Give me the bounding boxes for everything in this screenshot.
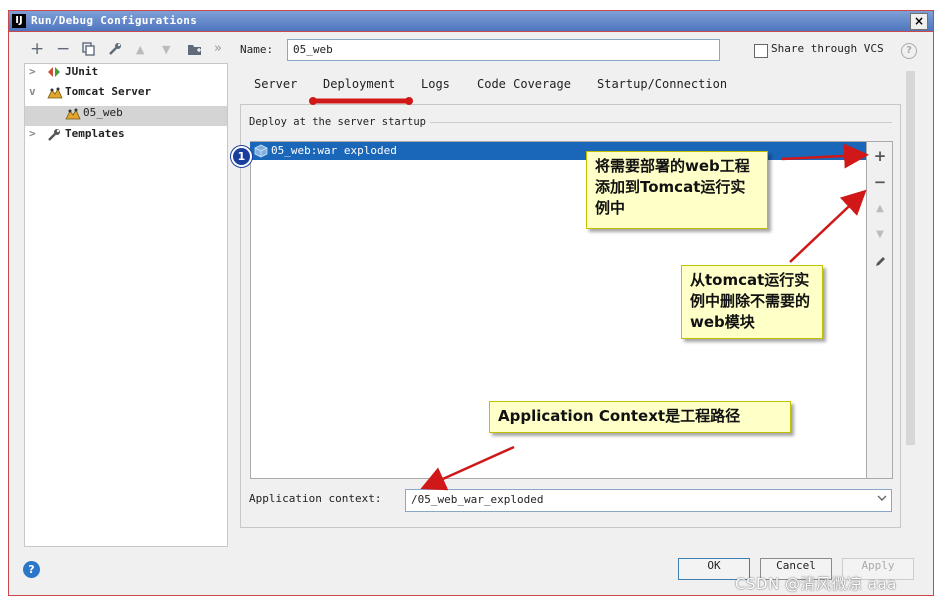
arrow-add-annotation	[781, 143, 869, 169]
callout-add-hint: 将需要部署的web工程添加到Tomcat运行实例中	[586, 151, 768, 229]
watermark: CSDN @清风微凉 aaa	[735, 575, 897, 593]
arrow-remove-annotation	[789, 189, 867, 263]
arrow-context-annotation	[420, 445, 515, 491]
callout-context-hint: Application Context是工程路径	[489, 401, 791, 433]
step-badge: 1	[231, 146, 252, 167]
callout-remove-hint: 从tomcat运行实例中删除不需要的web模块	[681, 265, 823, 339]
